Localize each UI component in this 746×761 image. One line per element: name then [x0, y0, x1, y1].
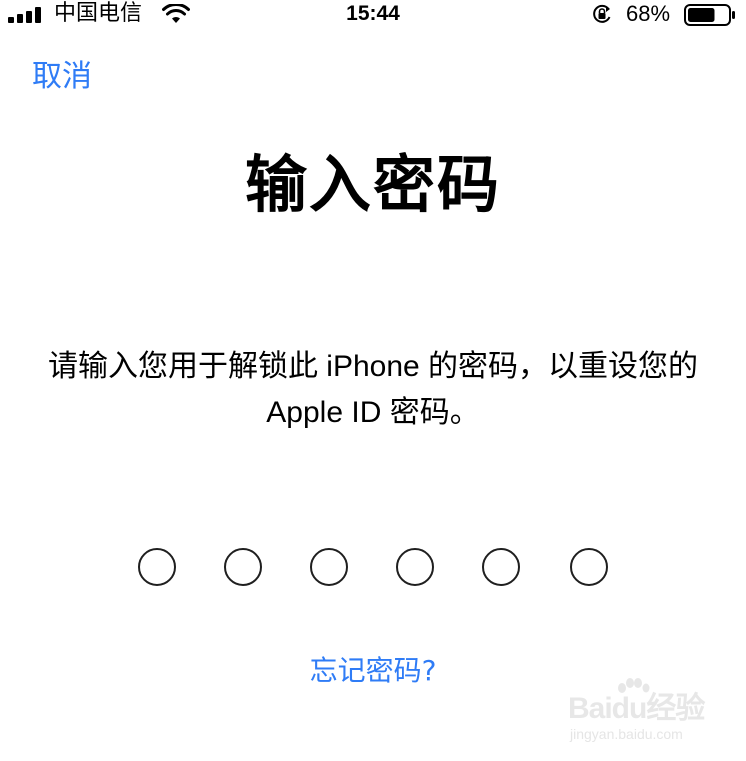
instruction-text: 请输入您用于解锁此 iPhone 的密码，以重设您的 Apple ID 密码。 [47, 350, 699, 429]
passcode-dot [224, 548, 262, 586]
battery-percent: 68% [626, 1, 671, 26]
page-title: 输入密码 [244, 148, 501, 221]
status-bar: 中国电信 15:44 68% [0, 0, 746, 30]
passcode-dot [310, 548, 348, 586]
battery-icon [684, 4, 735, 26]
watermark-logo-text: Baidu经验 [568, 692, 705, 725]
passcode-dot [570, 548, 608, 586]
passcode-dot [138, 548, 176, 586]
passcode-dots [0, 548, 746, 590]
cancel-button[interactable]: 取消 [32, 58, 92, 96]
watermark-url: jingyan.baidu.com [570, 726, 683, 742]
rotation-lock-icon [593, 4, 611, 23]
passcode-dot [396, 548, 434, 586]
battery-fill [688, 8, 715, 22]
passcode-dot [482, 548, 520, 586]
baidu-jingyan-watermark: Baidu经验 jingyan.baidu.com [568, 678, 718, 748]
